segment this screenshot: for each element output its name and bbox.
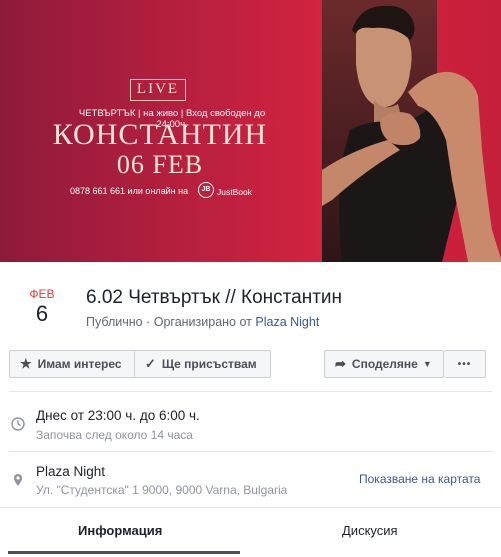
event-visibility: Публично (86, 315, 143, 329)
divider (9, 391, 492, 392)
event-time: Днес от 23:00 ч. до 6:00 ч. (36, 408, 200, 423)
tab-information[interactable]: Информация (78, 523, 162, 538)
share-button[interactable]: ➦ Споделяне ▼ (324, 350, 444, 378)
event-title: 6.02 Четвъртък // Константин (86, 287, 343, 308)
share-arrow-icon: ➦ (335, 356, 346, 371)
event-time-relative: Започва след около 14 часа (36, 428, 193, 442)
interested-label: Имам интерес (37, 357, 122, 371)
tab-discussion[interactable]: Дискусия (342, 523, 398, 538)
cover-performer-photo (322, 5, 501, 262)
live-label: LIVE (130, 79, 186, 101)
star-icon: ★ (20, 356, 32, 371)
event-month: ФЕВ (29, 287, 55, 301)
interested-button[interactable]: ★ Имам интерес (9, 350, 134, 378)
clock-icon (11, 417, 25, 431)
show-map-link[interactable]: Показване на картата (359, 472, 480, 486)
more-options-button[interactable]: ••• (444, 350, 486, 378)
venue-address: Ул. "Студентска" 1 9000, 9000 Varna, Bul… (36, 483, 288, 497)
chevron-down-icon: ▼ (422, 359, 432, 369)
active-tab-indicator (8, 551, 240, 554)
event-day: 6 (35, 301, 49, 326)
cover-artist-name: КОНСТАНТИН (52, 118, 268, 151)
share-label: Споделяне (351, 357, 418, 371)
event-date-block: ФЕВ 6 (22, 287, 62, 327)
tabs-divider (0, 507, 501, 508)
more-icon: ••• (457, 358, 472, 370)
cover-date: 06 FEB (116, 150, 204, 179)
event-cover-image[interactable]: LIVE ЧЕТВЪРТЪК | на живо | Вход свободен… (0, 0, 501, 262)
organized-by-label: Организирано от (153, 315, 252, 329)
event-subtitle: Публично · Организирано от Plaza Night (86, 315, 319, 329)
justbook-label: JustBook (217, 187, 252, 197)
checkmark-icon: ✓ (145, 356, 156, 371)
subtitle-separator: · (142, 315, 154, 329)
cover-contact: 0878 661 661 или онлайн на (70, 186, 189, 196)
going-button[interactable]: ✓ Ще присъствам (134, 350, 271, 378)
divider (9, 451, 492, 452)
venue-name[interactable]: Plaza Night (36, 464, 105, 479)
going-label: Ще присъствам (161, 357, 257, 371)
justbook-logo-icon: JB (198, 182, 214, 198)
organizer-link[interactable]: Plaza Night (255, 315, 319, 329)
location-pin-icon (14, 474, 22, 486)
